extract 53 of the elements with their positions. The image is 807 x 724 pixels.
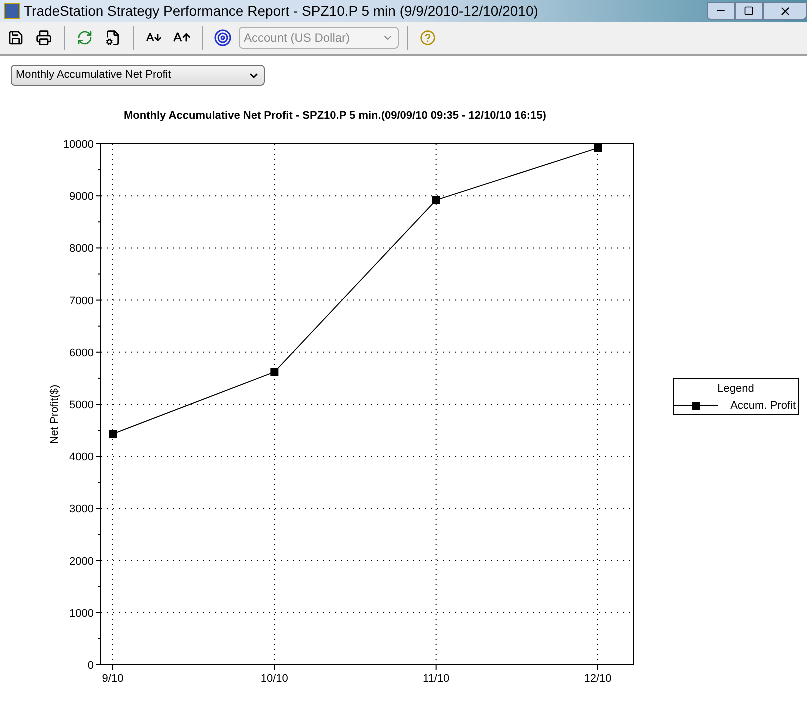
data-point [594,144,602,152]
y-tick-label: 2000 [70,556,94,568]
tick-mark [436,664,437,670]
y-tick-label: 6000 [70,347,94,360]
minor-tick [98,326,102,327]
tick-mark [96,508,102,510]
minor-tick [98,586,102,588]
x-tick-label: 11/10 [422,673,450,685]
minor-tick [98,378,102,379]
tick-mark [96,196,102,197]
tick-mark [96,248,102,249]
tick-mark [96,352,102,353]
minor-tick [98,534,102,536]
data-point [270,368,279,376]
y-tick-label: 3000 [70,504,94,516]
tick-mark [96,560,102,562]
y-tick-label: 1000 [70,608,94,620]
close-icon [778,4,792,18]
x-tick-label: 9/10 [102,673,124,685]
y-axis-title: Net Profit($) [49,384,61,444]
minor-tick [98,170,102,171]
x-tick-label: 12/10 [584,673,612,685]
minor-tick [98,638,102,640]
data-point [432,196,440,204]
legend-title: Legend [718,382,754,397]
report-dropdown[interactable]: Monthly Accumulative Net Profit [11,65,265,86]
tick-mark [112,664,114,670]
x-tick-label: 10/10 [260,673,288,685]
tick-mark [274,664,276,670]
minor-tick [98,222,102,223]
minor-tick [98,430,102,432]
legend-label: Accum. Profit [730,398,797,414]
minor-tick [98,482,102,484]
y-tick-label: 5000 [70,400,94,412]
minor-tick [98,274,102,275]
close-button[interactable] [763,2,807,20]
tick-mark [96,300,102,301]
y-tick-label: 10000 [63,139,94,151]
window-title: TradeStation Strategy Performance Report - SPZ10.P 5 min (9/9/2010-12/10/2010) [24,2,538,21]
app-icon [4,3,20,19]
y-tick-label: 8000 [70,243,94,256]
maximize-icon [744,6,754,16]
chart-title: Monthly Accumulative Net Profit - SPZ10.P 5 min.(09/09/10 09:35 - 12/10/10 16:15) [124,110,546,122]
tick-mark [96,612,102,614]
tick-mark [96,456,102,458]
y-tick-label: 0 [88,660,94,672]
y-tick-label: 4000 [70,452,94,464]
data-point [109,430,117,438]
maximize-button[interactable] [735,2,763,20]
tick-mark [96,404,102,405]
y-tick-label: 9000 [70,191,94,204]
tick-mark [96,664,102,666]
y-tick-label: 7000 [70,295,94,308]
